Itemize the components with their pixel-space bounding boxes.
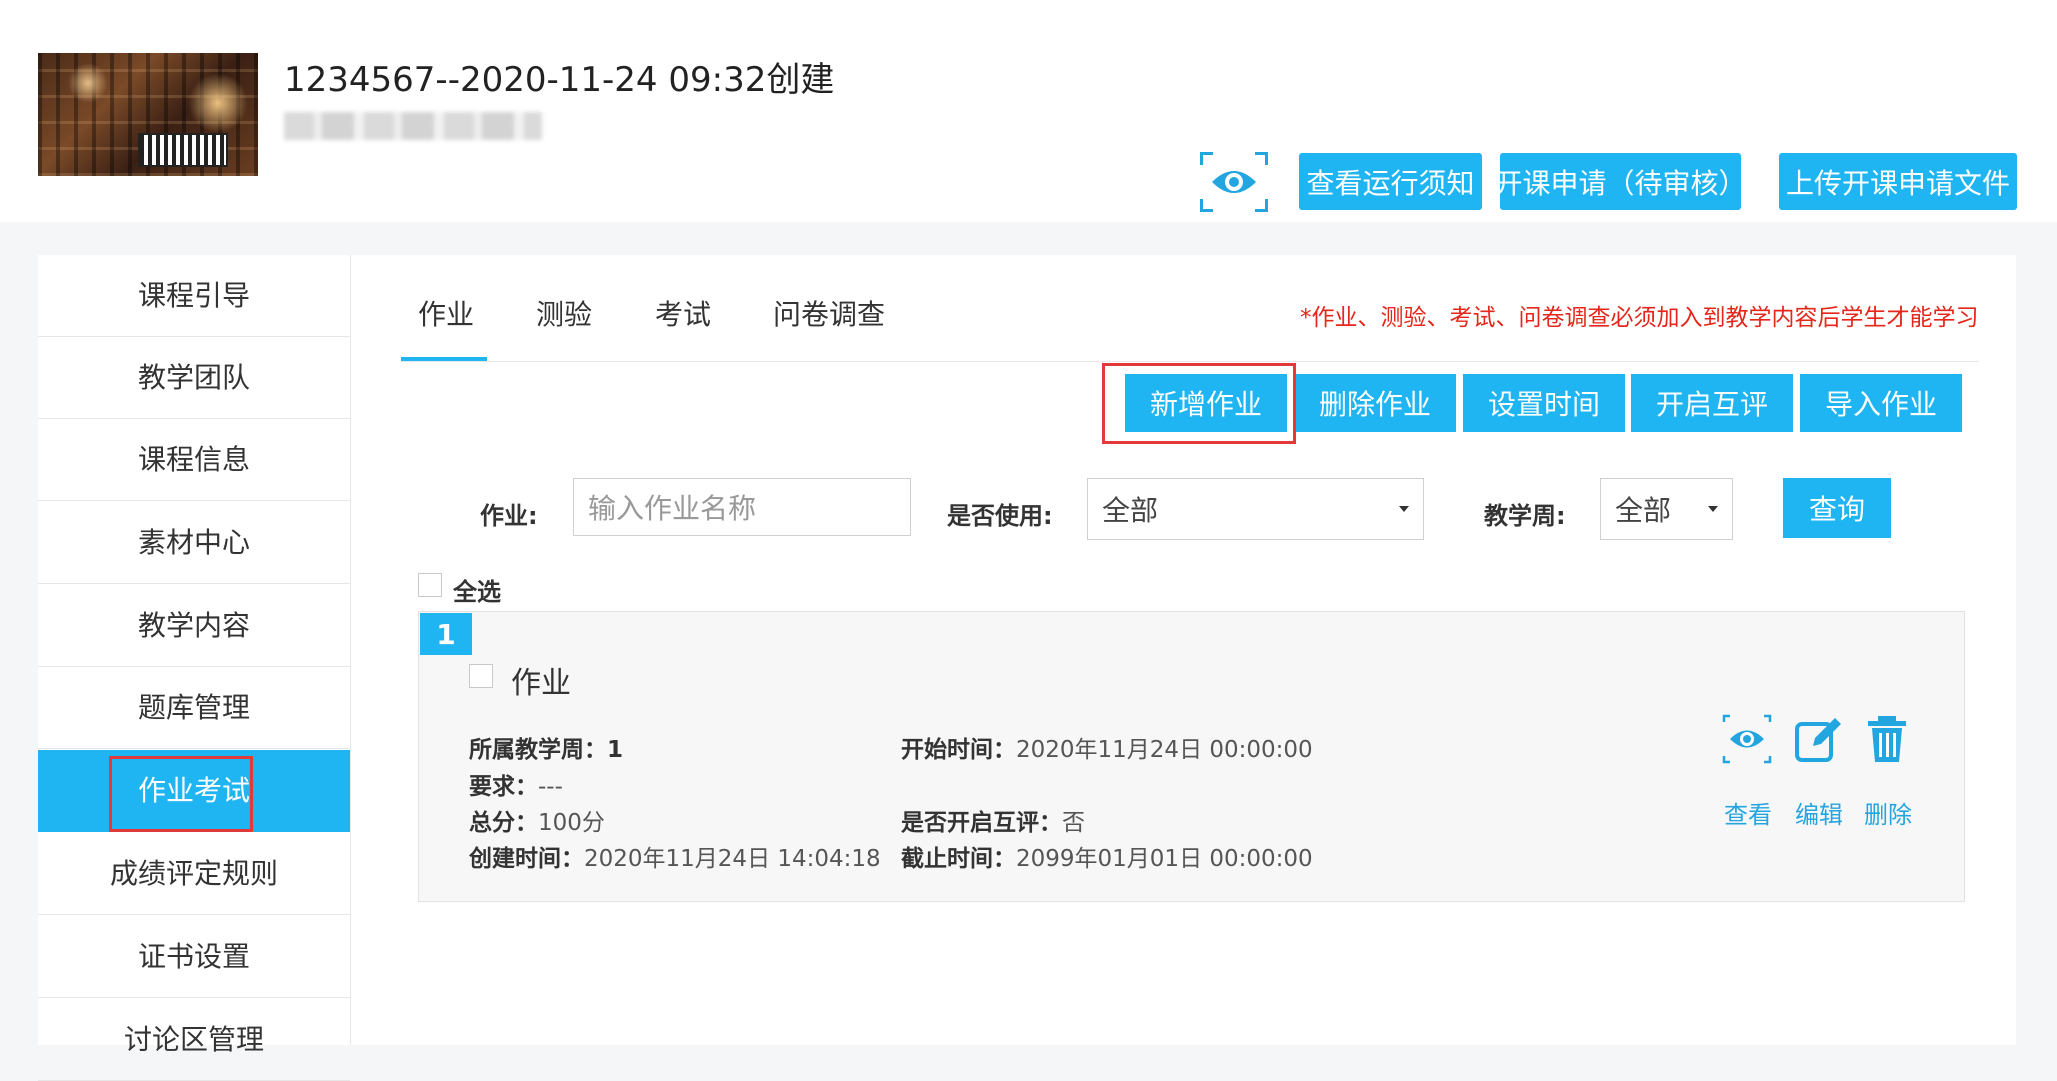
- sidebar-item-grading-rules[interactable]: 成绩评定规则: [38, 833, 350, 915]
- sidebar-item-teaching-content[interactable]: 教学内容: [38, 585, 350, 667]
- view-link[interactable]: 查看: [1724, 795, 1772, 830]
- tab-quiz[interactable]: 测验: [536, 293, 592, 333]
- sidebar-item-discussion[interactable]: 讨论区管理: [38, 999, 350, 1081]
- homework-checkbox[interactable]: [469, 664, 493, 688]
- meta-peer-review: 是否开启互评：否: [901, 810, 1085, 836]
- select-all-checkbox[interactable]: [418, 573, 442, 597]
- teaching-week-value: 全部: [1615, 494, 1672, 527]
- notice-text: *作业、测验、考试、问卷调查必须加入到教学内容后学生才能学习: [1300, 305, 1979, 331]
- active-item-highlight-box: [109, 756, 253, 832]
- sidebar-item-course-guide[interactable]: 课程引导: [38, 255, 350, 337]
- eye-icon: [1212, 171, 1256, 193]
- cover-qr-code: [138, 133, 228, 167]
- import-homework-button[interactable]: 导入作业: [1800, 374, 1962, 432]
- meta-requirement: 要求：---: [469, 774, 563, 800]
- is-used-label: 是否使用:: [947, 502, 1053, 530]
- course-apply-button[interactable]: 开课申请（待审核）: [1495, 153, 1747, 210]
- trash-icon[interactable]: [1862, 714, 1912, 764]
- course-header: [0, 0, 2057, 222]
- meta-total-score: 总分：100分: [469, 810, 605, 836]
- is-used-value: 全部: [1102, 494, 1159, 527]
- course-cover-image: [38, 53, 258, 176]
- query-button[interactable]: 查询: [1783, 478, 1891, 538]
- tab-exam[interactable]: 考试: [655, 293, 711, 333]
- enable-peer-review-button[interactable]: 开启互评: [1631, 374, 1793, 432]
- upload-apply-file-button[interactable]: 上传开课申请文件: [1779, 153, 2017, 210]
- homework-name-input[interactable]: 输入作业名称: [573, 478, 911, 536]
- sidebar-item-course-info[interactable]: 课程信息: [38, 419, 350, 501]
- view-run-notice-button[interactable]: 查看运行须知: [1299, 153, 1482, 210]
- sidebar: 课程引导 教学团队 课程信息 素材中心 教学内容 题库管理 作业考试 成绩评定规…: [38, 255, 351, 1081]
- delete-homework-button[interactable]: 删除作业: [1294, 374, 1456, 432]
- teaching-week-select[interactable]: 全部: [1600, 478, 1733, 540]
- add-button-highlight-box: [1102, 363, 1296, 444]
- meta-teaching-week: 所属教学周：1: [469, 737, 624, 763]
- teaching-week-label: 教学周:: [1484, 502, 1566, 530]
- cover-light: [68, 63, 108, 103]
- preview-eye-button[interactable]: [1200, 152, 1268, 212]
- edit-icon[interactable]: [1793, 714, 1843, 764]
- sidebar-item-certificate[interactable]: 证书设置: [38, 916, 350, 998]
- meta-created-time: 创建时间：2020年11月24日 14:04:18: [469, 846, 881, 872]
- course-title: 1234567--2020-11-24 09:32创建: [284, 60, 835, 100]
- select-all-label: 全选: [453, 578, 501, 606]
- tab-divider: [401, 361, 1979, 362]
- homework-index-badge: 1: [420, 613, 472, 655]
- chevron-down-icon: [1708, 506, 1718, 512]
- active-tab-indicator: [401, 357, 487, 361]
- cover-light: [188, 73, 248, 133]
- view-eye-icon[interactable]: [1722, 714, 1772, 764]
- sidebar-item-question-bank[interactable]: 题库管理: [38, 667, 350, 749]
- blurred-subtitle: [284, 112, 542, 140]
- tab-survey[interactable]: 问卷调查: [773, 293, 885, 333]
- set-time-button[interactable]: 设置时间: [1463, 374, 1625, 432]
- sidebar-item-teaching-team[interactable]: 教学团队: [38, 337, 350, 419]
- edit-link[interactable]: 编辑: [1795, 795, 1843, 830]
- homework-title: 作业: [511, 666, 571, 701]
- meta-end-time: 截止时间：2099年01月01日 00:00:00: [901, 846, 1313, 872]
- is-used-select[interactable]: 全部: [1087, 478, 1424, 540]
- sidebar-item-material-center[interactable]: 素材中心: [38, 502, 350, 584]
- meta-start-time: 开始时间：2020年11月24日 00:00:00: [901, 737, 1313, 763]
- tab-homework[interactable]: 作业: [418, 293, 474, 333]
- chevron-down-icon: [1399, 506, 1409, 512]
- delete-link[interactable]: 删除: [1864, 795, 1912, 830]
- homework-name-label: 作业:: [480, 502, 538, 530]
